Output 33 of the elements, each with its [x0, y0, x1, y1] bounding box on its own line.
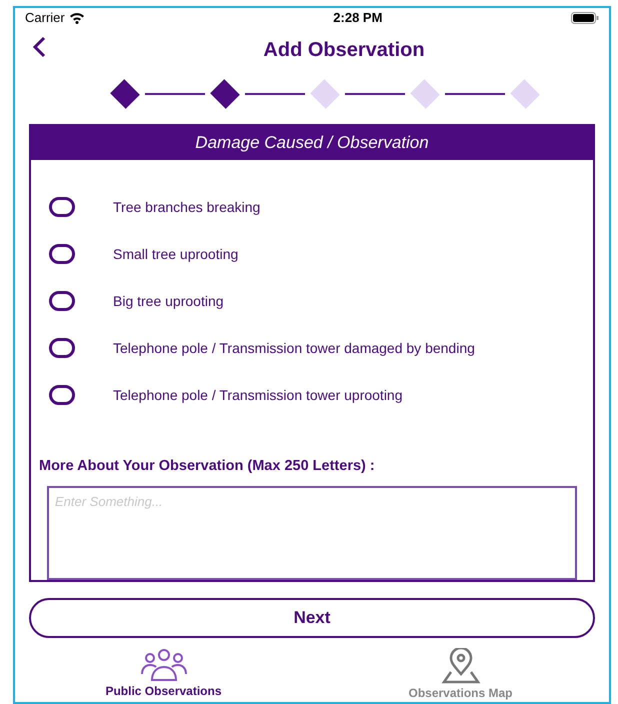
map-pin-icon	[440, 648, 480, 684]
option-label: Small tree uprooting	[113, 246, 238, 262]
people-icon	[140, 648, 188, 682]
clock-time: 2:28 PM	[333, 9, 382, 27]
more-label: More About Your Observation (Max 250 Letters) :	[38, 456, 376, 476]
wifi-icon	[68, 12, 85, 24]
radio-button[interactable]	[49, 244, 75, 264]
option-label: Telephone pole / Transmission tower uprooting	[113, 388, 403, 403]
tab-bar-item[interactable]: Observations Map	[360, 648, 560, 702]
tab-bar-item[interactable]: Public Observations	[64, 648, 264, 702]
radio-option[interactable]: Small tree uprooting	[31, 230, 593, 278]
page-title: Add Observation	[263, 38, 425, 63]
option-label: Big tree uprooting	[113, 294, 224, 309]
radio-button[interactable]	[49, 197, 75, 218]
card-title: Damage Caused / Observation	[195, 132, 429, 154]
step-connector	[345, 92, 405, 95]
option-label: Tree branches breaking	[113, 200, 260, 215]
radio-button[interactable]	[49, 385, 75, 406]
step-connector	[445, 92, 505, 95]
radio-button[interactable]	[49, 338, 75, 358]
step-connector	[145, 92, 205, 95]
radio-option[interactable]: Tree branches breaking	[31, 184, 593, 231]
carrier-label: Carrier	[25, 9, 65, 27]
next-button[interactable]: Next	[29, 598, 595, 638]
radio-option[interactable]: Big tree uprooting	[31, 278, 593, 325]
radio-option[interactable]: Telephone pole / Transmission tower uprooting	[31, 372, 593, 419]
back-chevron-icon	[31, 36, 47, 58]
radio-option[interactable]: Telephone pole / Transmission tower damaged by bending	[31, 324, 593, 372]
option-label: Telephone pole / Transmission tower damaged by bending	[113, 340, 475, 356]
radio-button[interactable]	[49, 291, 75, 312]
back-button[interactable]	[31, 36, 47, 58]
battery-icon	[571, 12, 599, 24]
step-connector	[245, 92, 305, 95]
